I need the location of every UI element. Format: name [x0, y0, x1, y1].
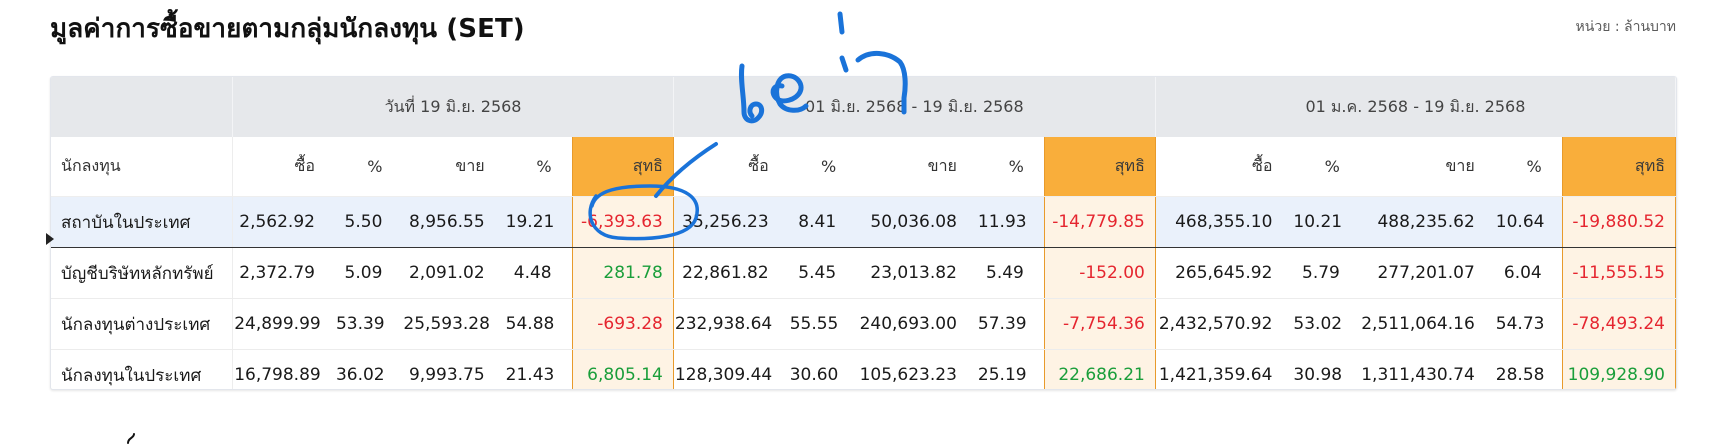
month-buy-cell: 35,256.23 — [673, 196, 789, 248]
ytd-buy-pct-cell: 30.98 — [1292, 349, 1360, 389]
investor-name: นักลงทุนในประเทศ — [51, 349, 233, 389]
period-header-day: วันที่ 19 มิ.ย. 2568 — [232, 77, 674, 137]
ytd-buy-pct-cell: 5.79 — [1292, 247, 1360, 299]
ytd-net-cell: 109,928.90 — [1561, 349, 1676, 389]
page: มูลค่าการซื้อขายตามกลุ่มนักลงทุน (SET) ห… — [0, 0, 1734, 444]
ytd-sell-cell: 1,311,430.74 — [1359, 349, 1495, 389]
table-row-domestic-institutions[interactable]: สถาบันในประเทศ 2,562.92 5.50 8,956.55 19… — [51, 196, 1676, 248]
month-buy-pct-cell: 30.60 — [788, 349, 857, 389]
month-sell-pct-cell: 5.49 — [976, 247, 1045, 299]
col-header-sell: ขาย — [856, 137, 977, 197]
unit-label: หน่วย : ล้านบาท — [1575, 19, 1676, 35]
col-header-buy: ซื้อ — [1155, 137, 1293, 197]
column-header-row: นักลงทุน ซื้อ % ขาย % สุทธิ ซื้อ % ขาย %… — [51, 137, 1676, 197]
month-buy-pct-cell: 8.41 — [788, 196, 857, 248]
day-buy-pct-cell: 53.39 — [334, 298, 403, 350]
ytd-sell-pct-cell: 54.73 — [1494, 298, 1563, 350]
month-buy-cell: 232,938.64 — [673, 298, 789, 350]
investor-name: บัญชีบริษัทหลักทรัพย์ — [51, 247, 233, 299]
col-header-pct: % — [1292, 137, 1360, 197]
ytd-sell-pct-cell: 28.58 — [1494, 349, 1563, 389]
day-sell-pct-cell: 54.88 — [504, 298, 573, 350]
investor-name: สถาบันในประเทศ — [51, 196, 233, 248]
month-sell-cell: 240,693.00 — [856, 298, 977, 350]
ytd-buy-cell: 1,421,359.64 — [1155, 349, 1293, 389]
table-row-foreign-investors[interactable]: นักลงทุนต่างประเทศ 24,899.99 53.39 25,59… — [51, 298, 1676, 350]
day-sell-cell: 9,993.75 — [402, 349, 505, 389]
col-header-net: สุทธิ — [571, 137, 674, 197]
day-net-cell: -693.28 — [571, 298, 674, 350]
month-net-cell: -152.00 — [1043, 247, 1156, 299]
ytd-buy-pct-cell: 53.02 — [1292, 298, 1360, 350]
blank-header-cell — [51, 77, 234, 137]
ytd-buy-cell: 468,355.10 — [1155, 196, 1293, 248]
month-net-cell: -7,754.36 — [1043, 298, 1156, 350]
period-header-month: 01 มิ.ย. 2568 - 19 มิ.ย. 2568 — [672, 77, 1156, 137]
day-sell-cell: 8,956.55 — [402, 196, 505, 248]
month-net-cell: -14,779.85 — [1043, 196, 1156, 248]
ytd-sell-cell: 2,511,064.16 — [1359, 298, 1495, 350]
month-sell-pct-cell: 11.93 — [976, 196, 1045, 248]
day-net-cell: 281.78 — [571, 247, 674, 299]
table-row-securities-companies[interactable]: บัญชีบริษัทหลักทรัพย์ 2,372.79 5.09 2,09… — [51, 247, 1676, 299]
col-header-pct: % — [334, 137, 403, 197]
day-net-cell: 6,805.14 — [571, 349, 674, 389]
col-header-net: สุทธิ — [1043, 137, 1156, 197]
col-header-pct: % — [788, 137, 857, 197]
col-header-pct: % — [504, 137, 573, 197]
col-header-pct: % — [976, 137, 1045, 197]
col-header-net: สุทธิ — [1561, 137, 1676, 197]
month-buy-pct-cell: 55.55 — [788, 298, 857, 350]
day-sell-cell: 25,593.28 — [402, 298, 505, 350]
col-header-pct: % — [1494, 137, 1563, 197]
ytd-sell-pct-cell: 10.64 — [1494, 196, 1563, 248]
col-header-buy: ซื้อ — [673, 137, 789, 197]
ytd-sell-pct-cell: 6.04 — [1494, 247, 1563, 299]
day-buy-pct-cell: 5.09 — [334, 247, 403, 299]
next-section-title-fragment — [127, 433, 135, 444]
period-header-ytd: 01 ม.ค. 2568 - 19 มิ.ย. 2568 — [1154, 77, 1676, 137]
col-header-sell: ขาย — [402, 137, 505, 197]
day-sell-pct-cell: 19.21 — [504, 196, 573, 248]
month-buy-pct-cell: 5.45 — [788, 247, 857, 299]
ytd-sell-cell: 488,235.62 — [1359, 196, 1495, 248]
day-sell-cell: 2,091.02 — [402, 247, 505, 299]
page-title: มูลค่าการซื้อขายตามกลุ่มนักลงทุน (SET) — [50, 14, 525, 44]
investor-trading-table: วันที่ 19 มิ.ย. 2568 01 มิ.ย. 2568 - 19 … — [50, 76, 1677, 390]
ytd-net-cell: -78,493.24 — [1561, 298, 1676, 350]
table-row-local-investors[interactable]: นักลงทุนในประเทศ 16,798.89 36.02 9,993.7… — [51, 349, 1676, 389]
day-sell-pct-cell: 21.43 — [504, 349, 573, 389]
month-sell-pct-cell: 25.19 — [976, 349, 1045, 389]
day-buy-cell: 2,562.92 — [232, 196, 335, 248]
ytd-net-cell: -19,880.52 — [1561, 196, 1676, 248]
trading-table: วันที่ 19 มิ.ย. 2568 01 มิ.ย. 2568 - 19 … — [51, 77, 1676, 389]
month-buy-cell: 128,309.44 — [673, 349, 789, 389]
month-sell-cell: 23,013.82 — [856, 247, 977, 299]
ytd-buy-pct-cell: 10.21 — [1292, 196, 1360, 248]
day-buy-pct-cell: 5.50 — [334, 196, 403, 248]
month-sell-cell: 105,623.23 — [856, 349, 977, 389]
day-buy-cell: 24,899.99 — [232, 298, 335, 350]
month-sell-pct-cell: 57.39 — [976, 298, 1045, 350]
day-buy-cell: 16,798.89 — [232, 349, 335, 389]
ytd-net-cell: -11,555.15 — [1561, 247, 1676, 299]
month-sell-cell: 50,036.08 — [856, 196, 977, 248]
investor-name: นักลงทุนต่างประเทศ — [51, 298, 233, 350]
day-sell-pct-cell: 4.48 — [504, 247, 573, 299]
ytd-buy-cell: 2,432,570.92 — [1155, 298, 1293, 350]
day-net-cell: -6,393.63 — [571, 196, 674, 248]
ytd-buy-cell: 265,645.92 — [1155, 247, 1293, 299]
col-header-investor: นักลงทุน — [51, 137, 233, 197]
month-net-cell: 22,686.21 — [1043, 349, 1156, 389]
selected-row-pointer-icon — [46, 233, 54, 245]
month-buy-cell: 22,861.82 — [673, 247, 789, 299]
col-header-sell: ขาย — [1359, 137, 1495, 197]
col-header-buy: ซื้อ — [232, 137, 335, 197]
day-buy-pct-cell: 36.02 — [334, 349, 403, 389]
day-buy-cell: 2,372.79 — [232, 247, 335, 299]
ytd-sell-cell: 277,201.07 — [1359, 247, 1495, 299]
period-header-row: วันที่ 19 มิ.ย. 2568 01 มิ.ย. 2568 - 19 … — [51, 77, 1676, 137]
